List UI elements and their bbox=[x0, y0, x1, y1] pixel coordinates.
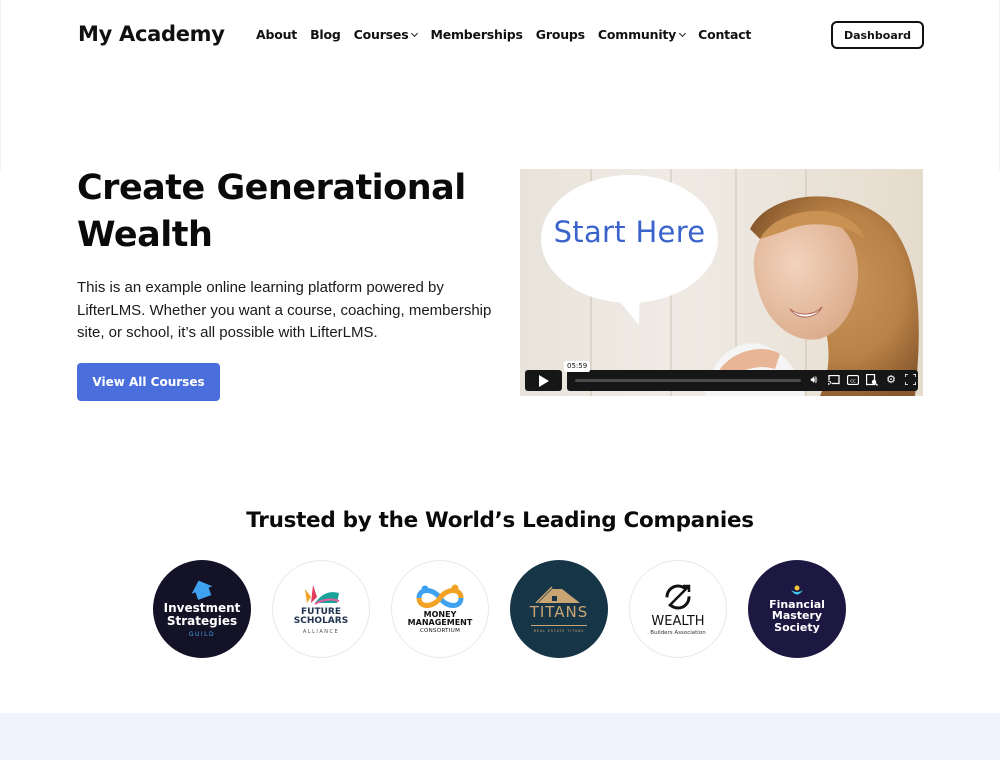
infinity-logo-icon bbox=[416, 584, 464, 608]
fullscreen-icon[interactable] bbox=[903, 373, 917, 387]
nav-about[interactable]: About bbox=[256, 27, 297, 42]
trusted-title: Trusted by the World’s Leading Companies bbox=[246, 508, 754, 533]
next-section-band bbox=[0, 713, 1000, 760]
control-bar: 🔊︎ cc ⚙︎ bbox=[567, 370, 918, 391]
site-header: My Academy About Blog Courses Membership… bbox=[0, 0, 1000, 170]
logo-sub: REAL ESTATE TITANS bbox=[533, 628, 585, 633]
logo-investment-strategies: Investment Strategies GUILD bbox=[153, 560, 251, 658]
logo-name: Financial Mastery Society bbox=[769, 597, 825, 634]
view-all-courses-button[interactable]: View All Courses bbox=[77, 363, 220, 401]
logo-name: WEALTH bbox=[651, 613, 705, 629]
growth-arrows-icon bbox=[665, 584, 691, 610]
logo-financial-mastery: Financial Mastery Society bbox=[748, 560, 846, 658]
logo-name: TITANS bbox=[529, 603, 589, 622]
cast-icon[interactable] bbox=[827, 373, 841, 387]
play-button[interactable] bbox=[525, 370, 562, 391]
nav-label: Memberships bbox=[430, 27, 523, 42]
site-logo[interactable]: My Academy bbox=[78, 22, 225, 46]
nav-blog[interactable]: Blog bbox=[310, 27, 341, 42]
logo-sub: CONSORTIUM bbox=[419, 628, 461, 635]
logo-wealth-builders: WEALTH Builders Association bbox=[629, 560, 727, 658]
nav-courses[interactable]: Courses bbox=[353, 27, 419, 42]
nav-label: Courses bbox=[353, 27, 409, 42]
arrow-logo-icon bbox=[191, 581, 213, 601]
sprout-logo-icon bbox=[791, 585, 803, 595]
logo-sub: ALLIANCE bbox=[302, 629, 340, 636]
logo-name: MONEY MANAGEMENT bbox=[407, 609, 473, 627]
company-logos: Investment Strategies GUILD FUTURE SCHOL… bbox=[153, 560, 846, 658]
captions-icon[interactable]: cc bbox=[846, 373, 860, 387]
nav-groups[interactable]: Groups bbox=[536, 27, 585, 42]
hero-description: This is an example online learning platf… bbox=[77, 279, 492, 341]
nav-contact[interactable]: Contact bbox=[698, 27, 751, 42]
volume-icon[interactable]: 🔊︎ bbox=[807, 373, 821, 387]
book-logo-icon bbox=[305, 584, 340, 605]
nav-community[interactable]: Community bbox=[597, 27, 687, 42]
progress-track[interactable] bbox=[575, 379, 801, 382]
transcript-icon[interactable] bbox=[865, 373, 879, 387]
video-controls: 🔊︎ cc ⚙︎ bbox=[525, 370, 918, 392]
time-tooltip: 05:59 bbox=[564, 361, 591, 372]
hero-title: Create Generational Wealth bbox=[77, 168, 466, 255]
chevron-down-icon bbox=[679, 29, 687, 38]
logo-sub: GUILD bbox=[188, 630, 216, 638]
nav-label: Contact bbox=[698, 27, 752, 42]
nav-label: Blog bbox=[310, 27, 341, 42]
nav-label: Groups bbox=[535, 27, 585, 42]
dashboard-button[interactable]: Dashboard bbox=[831, 21, 924, 49]
house-logo-icon bbox=[535, 586, 580, 604]
nav-label: Community bbox=[597, 27, 677, 42]
logo-titans: TITANS REAL ESTATE TITANS bbox=[510, 560, 608, 658]
chevron-down-icon bbox=[411, 29, 419, 38]
start-here-text: Start Here bbox=[553, 215, 706, 249]
main-nav: About Blog Courses Memberships Groups Co… bbox=[256, 27, 764, 42]
divider bbox=[531, 624, 587, 626]
logo-sub: Builders Association bbox=[650, 630, 706, 637]
settings-icon[interactable]: ⚙︎ bbox=[884, 373, 898, 387]
logo-money-management: MONEY MANAGEMENT CONSORTIUM bbox=[391, 560, 489, 658]
nav-memberships[interactable]: Memberships bbox=[430, 27, 523, 42]
svg-text:cc: cc bbox=[850, 379, 856, 385]
logo-name: Investment Strategies bbox=[163, 601, 241, 628]
nav-label: About bbox=[256, 27, 298, 42]
logo-future-scholars: FUTURE SCHOLARS ALLIANCE bbox=[272, 560, 370, 658]
logo-name: FUTURE SCHOLARS bbox=[293, 606, 349, 626]
